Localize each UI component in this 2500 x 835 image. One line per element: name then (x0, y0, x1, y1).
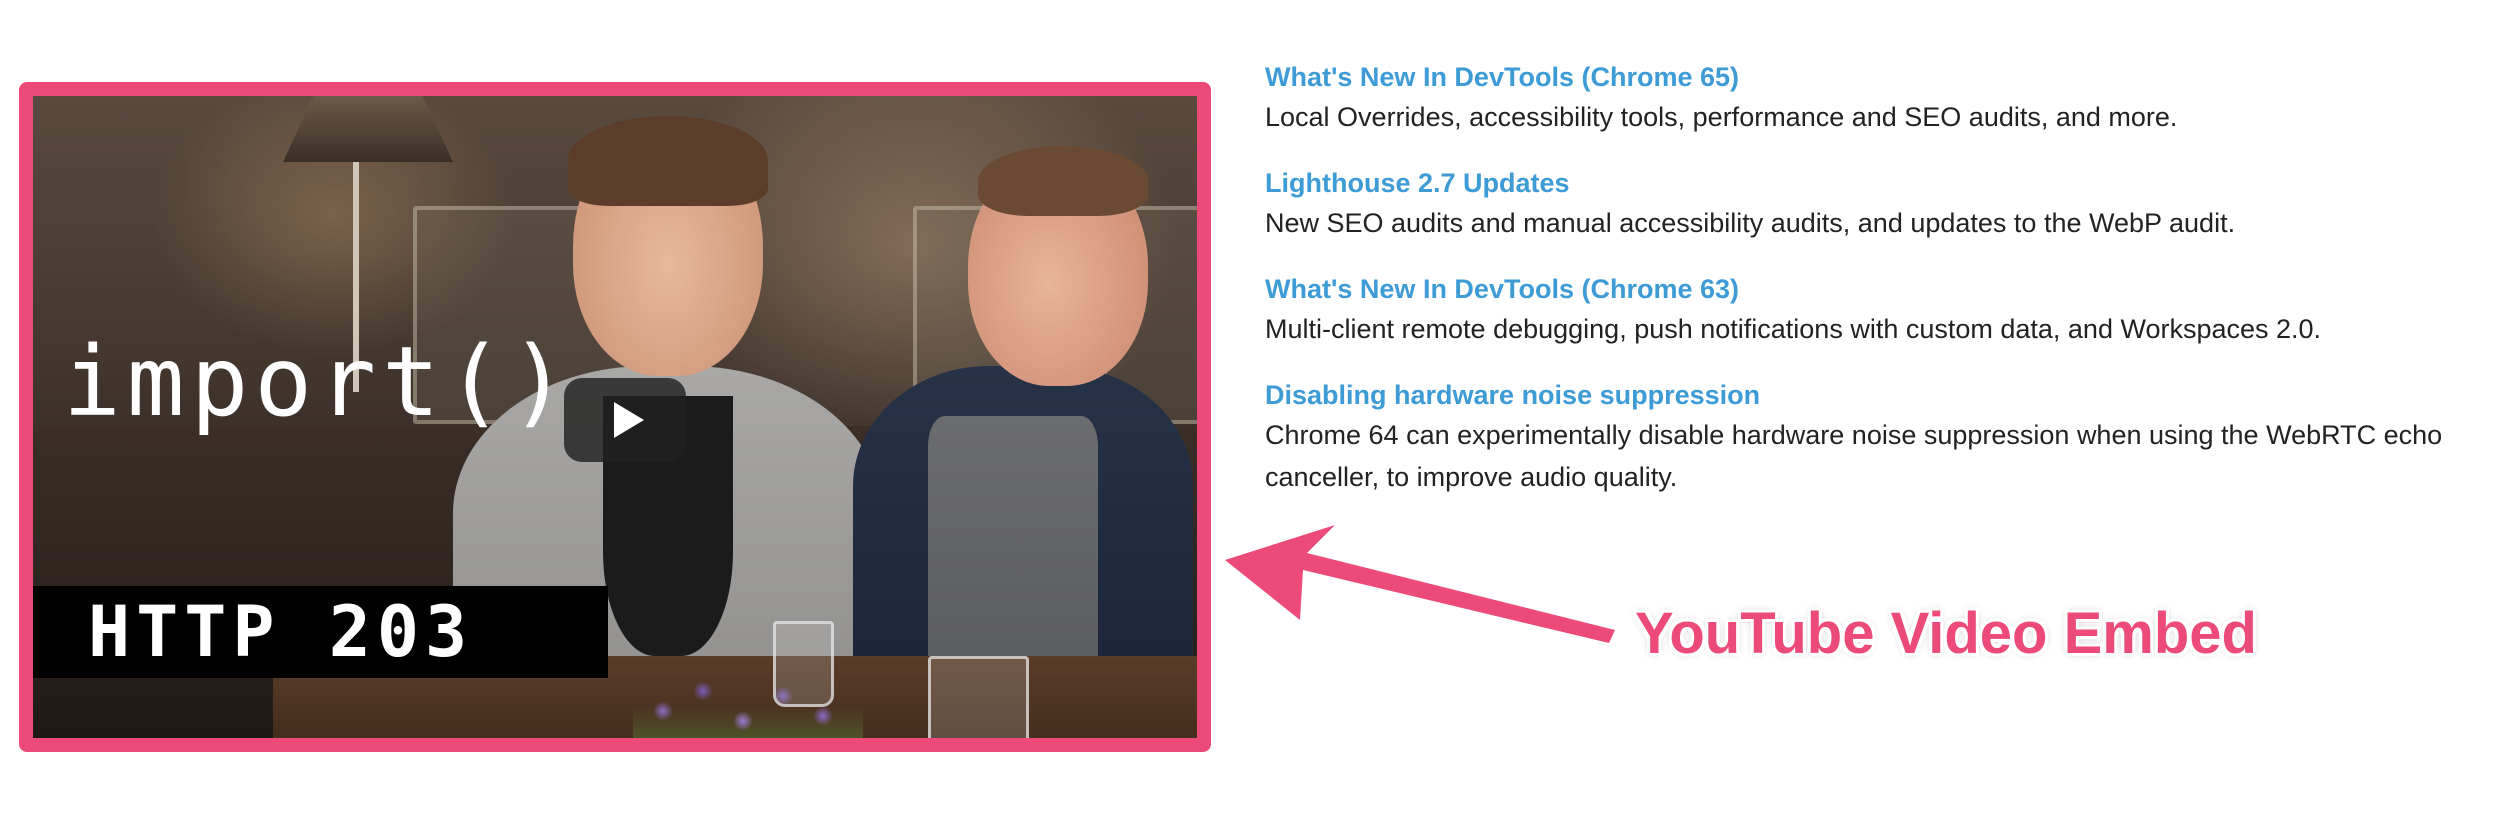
video-overlay-badge: HTTP 203 (33, 586, 608, 678)
annotation-arrow-icon (1225, 525, 1615, 643)
article-title-link[interactable]: What's New In DevTools (Chrome 65) (1265, 58, 2480, 96)
article-title-link[interactable]: What's New In DevTools (Chrome 63) (1265, 270, 2480, 308)
article-title-link[interactable]: Disabling hardware noise suppression (1265, 376, 2480, 414)
article-item: What's New In DevTools (Chrome 63) Multi… (1265, 270, 2480, 350)
glass (928, 656, 1029, 738)
article-list: What's New In DevTools (Chrome 65) Local… (1265, 58, 2480, 524)
article-item: What's New In DevTools (Chrome 65) Local… (1265, 58, 2480, 138)
article-description: Local Overrides, accessibility tools, pe… (1265, 102, 2178, 132)
article-item: Disabling hardware noise suppression Chr… (1265, 376, 2480, 498)
article-description: New SEO audits and manual accessibility … (1265, 208, 2236, 238)
page: import() HTTP 203 What's New In DevTools… (0, 0, 2500, 835)
video-overlay-badge-text: HTTP 203 (88, 591, 474, 673)
play-button[interactable] (564, 378, 686, 462)
lamp-shade (283, 96, 453, 162)
annotation-label: YouTube Video Embed (1635, 601, 2257, 666)
glass (773, 621, 834, 707)
person-right-hair (978, 146, 1148, 216)
play-icon (614, 402, 644, 438)
article-item: Lighthouse 2.7 Updates New SEO audits an… (1265, 164, 2480, 244)
article-description: Chrome 64 can experimentally disable har… (1265, 420, 2443, 492)
person-left-hair (568, 116, 768, 206)
article-description: Multi-client remote debugging, push noti… (1265, 314, 2322, 344)
video-overlay-title: import() (63, 326, 574, 438)
article-title-link[interactable]: Lighthouse 2.7 Updates (1265, 164, 2480, 202)
youtube-video-embed[interactable]: import() HTTP 203 (19, 82, 1211, 752)
